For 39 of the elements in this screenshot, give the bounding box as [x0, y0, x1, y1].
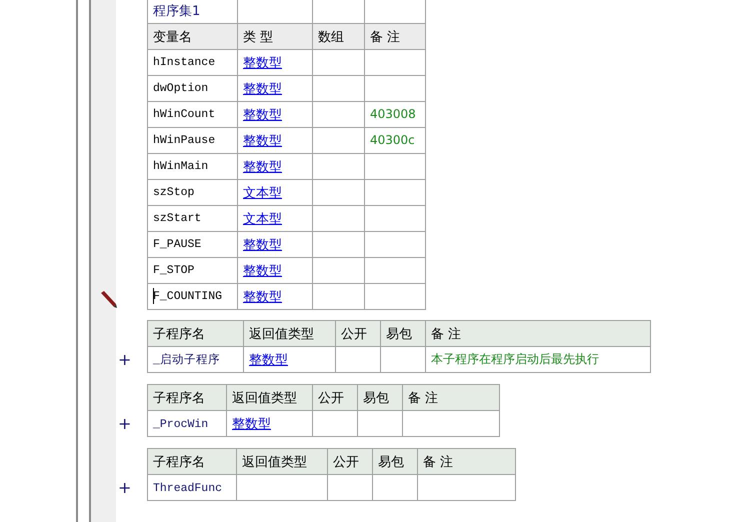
variable-name: hWinPause [148, 128, 238, 154]
column-header: 备 注 [402, 384, 500, 410]
variable-name: szStart [148, 206, 238, 232]
column-header: 备 注 [426, 320, 650, 346]
expand-toggle[interactable]: + [116, 347, 132, 373]
column-header: 子程序名 [148, 320, 244, 346]
column-header: 备 注 [418, 448, 516, 474]
expand-toggle[interactable]: + [116, 475, 132, 501]
column-header: 类 型 [238, 24, 312, 50]
expand-toggle[interactable]: + [116, 411, 132, 437]
column-header: 公开 [312, 384, 358, 410]
subroutine-name: _启动子程序 [153, 354, 220, 367]
variable-name: F_STOP [148, 258, 238, 284]
variable-name: szStop [148, 180, 238, 206]
remark-text: 403008 [370, 107, 416, 121]
column-header: 易包 [358, 384, 402, 410]
variable-name: hInstance [148, 50, 238, 76]
column-header: 返回值类型 [226, 384, 312, 410]
variable-name: hWinMain [148, 154, 238, 180]
subroutine-name: ThreadFunc [153, 482, 222, 495]
remark-text: 本子程序在程序启动后最先执行 [431, 352, 599, 366]
subroutine-name: _ProcWin [153, 418, 208, 431]
column-header: 返回值类型 [236, 448, 328, 474]
column-header: 易包 [372, 448, 418, 474]
variable-name: F_PAUSE [148, 232, 238, 258]
variable-name: dwOption [148, 76, 238, 102]
column-header: 公开 [336, 320, 380, 346]
column-header: 公开 [328, 448, 372, 474]
variable-name: F_COUNTING [148, 284, 238, 310]
column-header: 易包 [380, 320, 426, 346]
column-header: 子程序名 [148, 384, 226, 410]
pencil-icon [99, 290, 117, 308]
column-header: 返回值类型 [244, 320, 336, 346]
column-header: 变量名 [148, 24, 238, 50]
variable-name: hWinCount [148, 102, 238, 128]
remark-text: 40300c [370, 133, 415, 147]
column-header: 备 注 [364, 24, 426, 50]
column-header: 子程序名 [148, 448, 236, 474]
column-header: 数组 [312, 24, 364, 50]
